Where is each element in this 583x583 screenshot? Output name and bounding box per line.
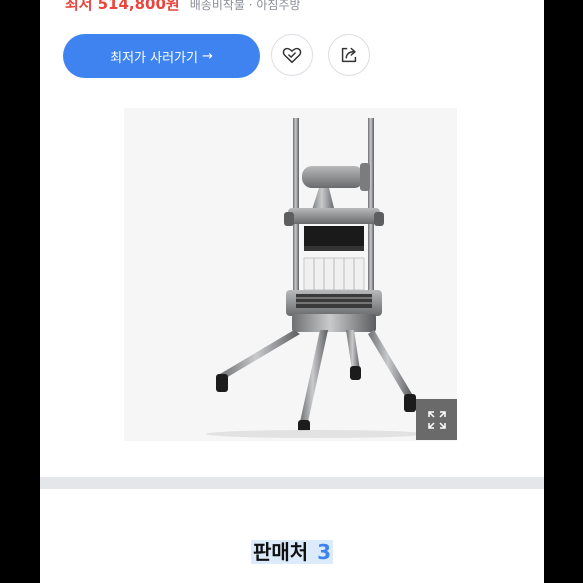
- price-label: 최저: [65, 0, 93, 13]
- buy-lowest-price-button[interactable]: 최저가 사러가기 →: [63, 34, 260, 78]
- share-button[interactable]: [328, 34, 370, 76]
- section-divider: [40, 477, 544, 489]
- product-detail-screen: 최저 514,800원 배송비착불 · 아침주방 최저가 사러가기 → 판매처 …: [40, 0, 544, 583]
- heart-check-icon: [282, 47, 302, 64]
- expand-icon: [427, 410, 446, 429]
- price-value: 514,800원: [97, 0, 180, 13]
- sellers-title: 판매처: [252, 540, 309, 564]
- sellers-title-highlight: 판매처 3: [250, 540, 334, 564]
- product-image[interactable]: [124, 108, 457, 441]
- price-row: 최저 514,800원 배송비착불 · 아침주방: [65, 0, 301, 17]
- shipping-info: 배송비착불 · 아침주방: [189, 0, 301, 12]
- vegetable-dicer-illustration: [206, 118, 426, 438]
- buy-button-label: 최저가 사러가기: [110, 50, 198, 66]
- sellers-heading: 판매처 3: [40, 536, 544, 565]
- share-icon: [341, 47, 357, 63]
- expand-image-button[interactable]: [416, 399, 457, 440]
- sellers-count: 3: [317, 540, 332, 564]
- arrow-right-icon: →: [201, 48, 213, 64]
- like-button[interactable]: [271, 34, 313, 76]
